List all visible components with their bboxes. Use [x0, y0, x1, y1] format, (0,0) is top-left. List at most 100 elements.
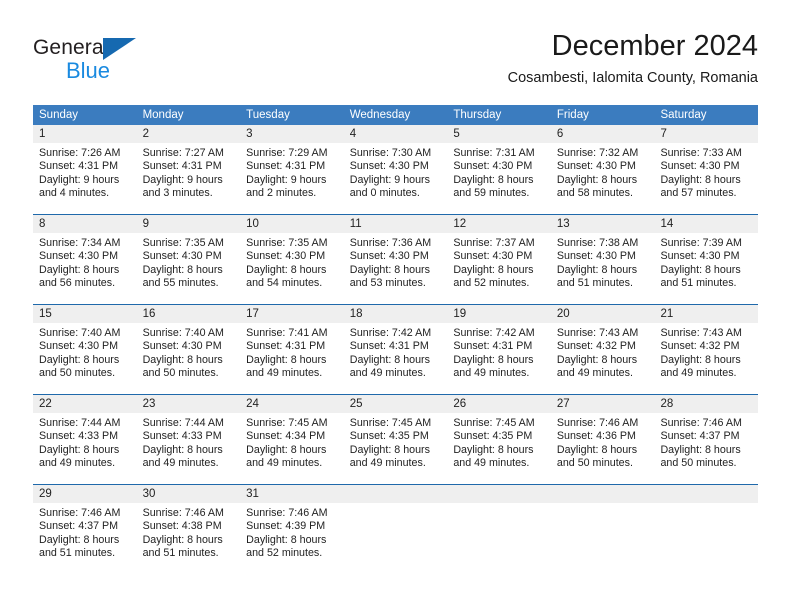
day-details: Sunrise: 7:36 AM Sunset: 4:30 PM Daylight:… [344, 233, 448, 291]
day-detail-line: Daylight: 8 hours [142, 533, 223, 546]
day-cell-5[interactable]: 5 Sunrise: 7:31 AM Sunset: 4:30 PM Daylight… [447, 125, 551, 214]
day-cell-22[interactable]: 22 Sunrise: 7:44 AM Sunset: 4:33 PM Dayligh… [33, 395, 137, 484]
day-cell-23[interactable]: 23 Sunrise: 7:44 AM Sunset: 4:33 PM Dayligh… [136, 395, 241, 484]
day-cell-12[interactable]: 12 Sunrise: 7:37 AM Sunset: 4:30 PM Dayligh… [447, 215, 551, 304]
day-detail-line: Sunrise: 7:46 AM [660, 417, 742, 429]
day-detail-line: Daylight: 9 hours [39, 173, 120, 186]
day-detail-line: Sunrise: 7:43 AM [556, 327, 639, 339]
day-number: 30 [136, 485, 241, 503]
day-detail-line: Sunset: 4:31 PM [142, 160, 222, 173]
day-detail-line: Daylight: 8 hours [453, 263, 534, 276]
day-cell-1[interactable]: 1 Sunrise: 7:26 AM Sunset: 4:31 PM Daylight… [33, 125, 137, 214]
day-cell-26[interactable]: 26 Sunrise: 7:45 AM Sunset: 4:35 PM Dayligh… [447, 395, 551, 484]
day-number: 23 [136, 395, 241, 413]
day-detail-line: and 49 minutes. [660, 367, 737, 380]
day-cell-16[interactable]: 16 Sunrise: 7:40 AM Sunset: 4:30 PM Dayligh… [136, 305, 241, 394]
day-cell-15[interactable]: 15 Sunrise: 7:40 AM Sunset: 4:30 PM Dayligh… [33, 305, 137, 394]
day-number: 9 [136, 215, 241, 233]
weekday-header-friday: Friday [556, 109, 589, 121]
day-detail-line: Sunset: 4:30 PM [453, 250, 533, 263]
day-cell-28[interactable]: 28 Sunrise: 7:46 AM Sunset: 4:37 PM Dayligh… [654, 395, 759, 484]
logo-text-general: General [33, 36, 109, 59]
day-cell-30[interactable]: 30 Sunrise: 7:46 AM Sunset: 4:38 PM Dayligh… [136, 485, 241, 574]
page-title: December 2024 [551, 30, 758, 62]
page-subtitle: Cosambesti, Ialomita County, Romania [507, 70, 758, 86]
day-detail-line: Sunset: 4:30 PM [556, 250, 636, 263]
day-cell-24[interactable]: 24 Sunrise: 7:45 AM Sunset: 4:34 PM Dayligh… [240, 395, 344, 484]
day-detail-line: and 59 minutes. [453, 187, 530, 200]
day-detail-line: and 4 minutes. [39, 187, 110, 200]
day-cell-4[interactable]: 4 Sunrise: 7:30 AM Sunset: 4:30 PM Daylight… [343, 125, 448, 214]
day-cell-17[interactable]: 17 Sunrise: 7:41 AM Sunset: 4:31 PM Dayligh… [240, 305, 344, 394]
day-detail-line: Sunrise: 7:27 AM [142, 147, 224, 159]
day-number: 2 [136, 125, 241, 143]
day-detail-line: Sunset: 4:38 PM [142, 520, 222, 533]
day-detail-line: Sunset: 4:39 PM [246, 520, 326, 533]
day-detail-line: Sunrise: 7:46 AM [142, 507, 224, 519]
day-detail-line: Sunrise: 7:46 AM [39, 507, 121, 519]
day-detail-line: Sunrise: 7:45 AM [246, 417, 328, 429]
day-number: 22 [33, 395, 137, 413]
day-detail-line: and 50 minutes. [39, 367, 116, 380]
day-detail-line: Sunrise: 7:46 AM [246, 507, 328, 519]
weekday-header-sunday: Sunday [39, 109, 79, 121]
day-cell-14[interactable]: 14 Sunrise: 7:39 AM Sunset: 4:30 PM Dayligh… [654, 215, 759, 304]
day-number [654, 485, 759, 503]
day-cell-25[interactable]: 25 Sunrise: 7:45 AM Sunset: 4:35 PM Dayligh… [343, 395, 448, 484]
day-detail-line: Sunset: 4:33 PM [142, 430, 222, 443]
day-cell-8[interactable]: 8 Sunrise: 7:34 AM Sunset: 4:30 PM Daylight… [33, 215, 137, 304]
day-detail-line: Daylight: 9 hours [246, 173, 327, 186]
day-cell-18[interactable]: 18 Sunrise: 7:42 AM Sunset: 4:31 PM Dayligh… [343, 305, 448, 394]
day-cell-27[interactable]: 27 Sunrise: 7:46 AM Sunset: 4:36 PM Dayligh… [550, 395, 655, 484]
day-detail-line: Daylight: 8 hours [660, 173, 741, 186]
calendar-page: General Blue December 2024 Cosambesti, I… [0, 0, 792, 612]
day-detail-line: Daylight: 8 hours [660, 263, 741, 276]
day-cell-19[interactable]: 19 Sunrise: 7:42 AM Sunset: 4:31 PM Dayligh… [447, 305, 551, 394]
day-details: Sunrise: 7:38 AM Sunset: 4:30 PM Daylight:… [551, 233, 655, 291]
day-details [654, 503, 758, 507]
day-cell-9[interactable]: 9 Sunrise: 7:35 AM Sunset: 4:30 PM Daylight… [136, 215, 241, 304]
day-details: Sunrise: 7:45 AM Sunset: 4:35 PM Daylight:… [344, 413, 448, 471]
day-cell-20[interactable]: 20 Sunrise: 7:43 AM Sunset: 4:32 PM Dayligh… [550, 305, 655, 394]
day-cell-21[interactable]: 21 Sunrise: 7:43 AM Sunset: 4:32 PM Dayligh… [654, 305, 759, 394]
calendar-week-row: 22 Sunrise: 7:44 AM Sunset: 4:33 PM Dayligh… [33, 394, 759, 484]
day-detail-line: Sunrise: 7:34 AM [39, 237, 121, 249]
day-number: 16 [136, 305, 241, 323]
day-detail-line: Sunset: 4:30 PM [453, 160, 533, 173]
day-details: Sunrise: 7:31 AM Sunset: 4:30 PM Daylight:… [447, 143, 551, 201]
day-detail-line: Sunset: 4:36 PM [556, 430, 636, 443]
day-details: Sunrise: 7:32 AM Sunset: 4:30 PM Daylight:… [551, 143, 655, 201]
day-detail-line: and 3 minutes. [142, 187, 213, 200]
day-detail-line: Sunrise: 7:44 AM [142, 417, 224, 429]
day-detail-line: Sunset: 4:30 PM [660, 250, 740, 263]
day-detail-line: and 57 minutes. [660, 187, 737, 200]
calendar-week-row: 1 Sunrise: 7:26 AM Sunset: 4:31 PM Daylight… [33, 125, 759, 214]
day-detail-line: Daylight: 8 hours [39, 443, 120, 456]
day-cell-7[interactable]: 7 Sunrise: 7:33 AM Sunset: 4:30 PM Daylight… [654, 125, 759, 214]
day-cell-31[interactable]: 31 Sunrise: 7:46 AM Sunset: 4:39 PM Dayligh… [240, 485, 344, 574]
day-cell-empty [447, 485, 551, 574]
day-detail-line: and 54 minutes. [246, 277, 323, 290]
day-cell-10[interactable]: 10 Sunrise: 7:35 AM Sunset: 4:30 PM Dayligh… [240, 215, 344, 304]
day-detail-line: Sunset: 4:31 PM [453, 340, 533, 353]
day-details: Sunrise: 7:37 AM Sunset: 4:30 PM Daylight:… [447, 233, 551, 291]
day-cell-29[interactable]: 29 Sunrise: 7:46 AM Sunset: 4:37 PM Dayligh… [33, 485, 137, 574]
day-cell-empty [654, 485, 759, 574]
day-detail-line: Sunrise: 7:42 AM [453, 327, 535, 339]
day-number: 27 [550, 395, 655, 413]
day-cell-2[interactable]: 2 Sunrise: 7:27 AM Sunset: 4:31 PM Daylight… [136, 125, 241, 214]
day-detail-line: Daylight: 8 hours [453, 353, 534, 366]
day-cell-11[interactable]: 11 Sunrise: 7:36 AM Sunset: 4:30 PM Dayligh… [343, 215, 448, 304]
day-cell-6[interactable]: 6 Sunrise: 7:32 AM Sunset: 4:30 PM Daylight… [550, 125, 655, 214]
day-number: 21 [654, 305, 759, 323]
day-cell-3[interactable]: 3 Sunrise: 7:29 AM Sunset: 4:31 PM Daylight… [240, 125, 344, 214]
day-detail-line: Daylight: 8 hours [246, 533, 327, 546]
day-detail-line: and 49 minutes. [246, 457, 323, 470]
day-details: Sunrise: 7:46 AM Sunset: 4:38 PM Daylight:… [137, 503, 241, 561]
day-cell-13[interactable]: 13 Sunrise: 7:38 AM Sunset: 4:30 PM Dayligh… [550, 215, 655, 304]
day-detail-line: and 49 minutes. [39, 457, 116, 470]
day-number: 4 [343, 125, 448, 143]
general-blue-logo[interactable]: General Blue [33, 36, 263, 88]
day-number [447, 485, 551, 503]
day-detail-line: Daylight: 8 hours [349, 443, 430, 456]
